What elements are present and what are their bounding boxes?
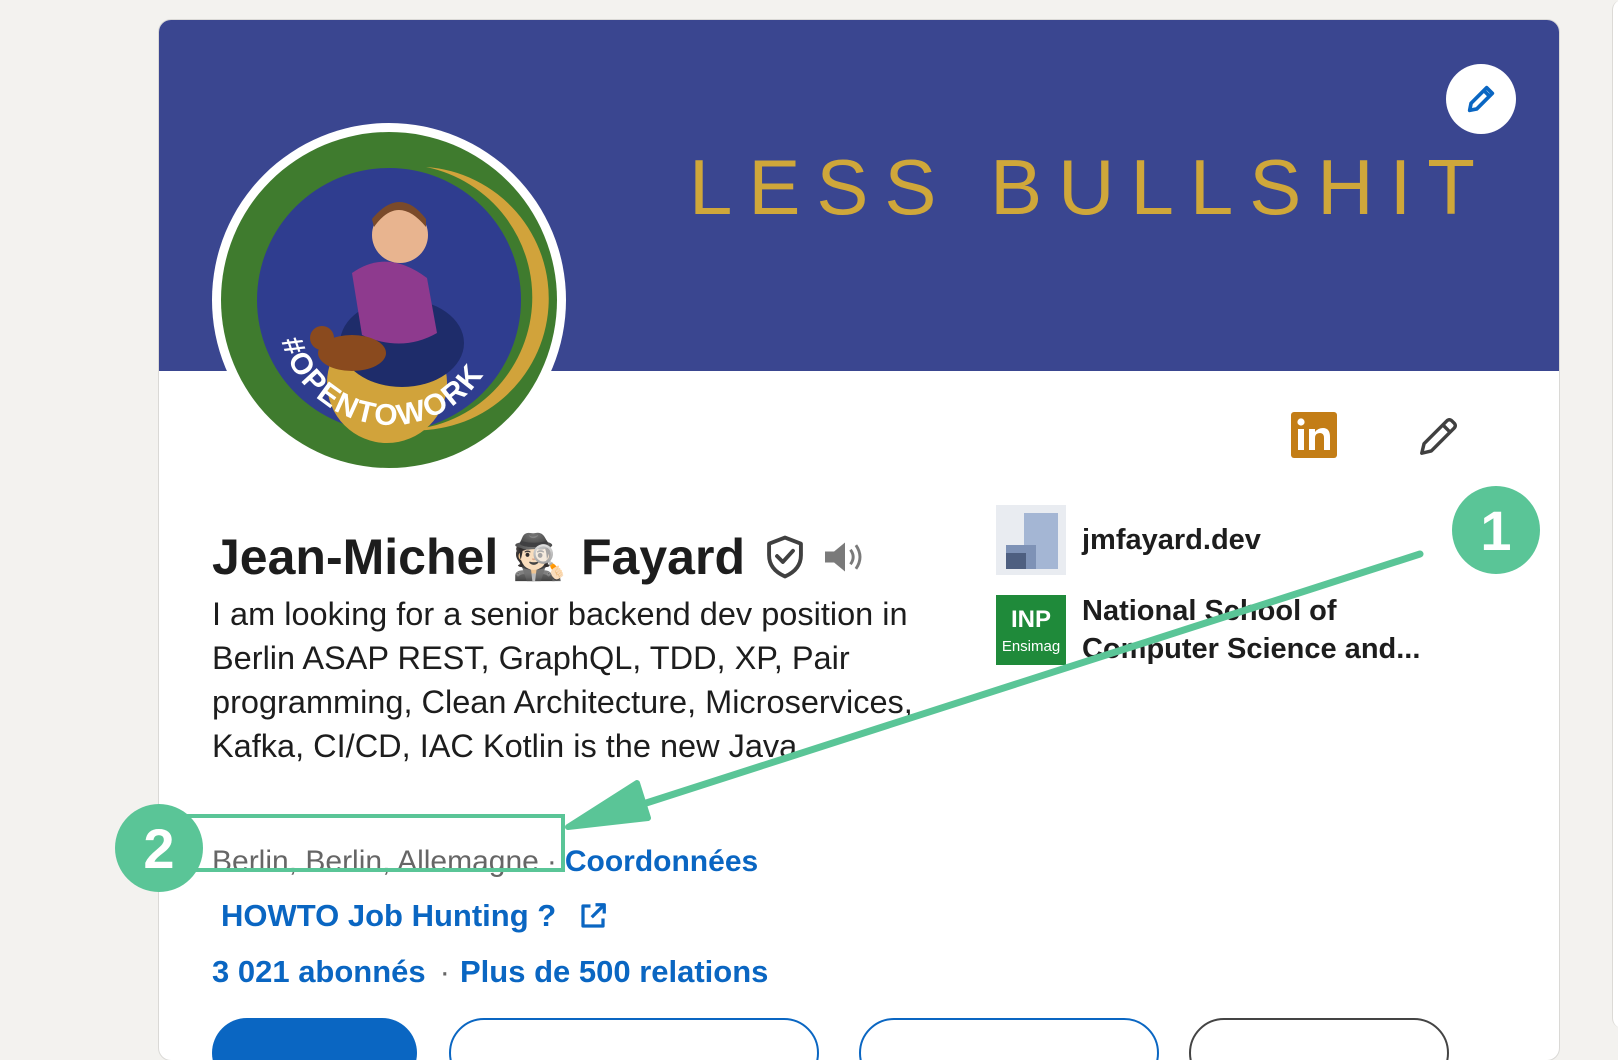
contact-info-link[interactable]: Coordonnées <box>565 845 758 879</box>
external-link-icon <box>581 903 607 928</box>
detective-emoji: 🕵🏻 <box>512 532 568 583</box>
featured-website-row[interactable]: HOWTO Job Hunting ? <box>221 896 608 936</box>
profile-first-name: Jean-Michel <box>212 529 499 585</box>
followers-link[interactable]: 3 021 abonnés <box>212 954 426 990</box>
add-section-button[interactable] <box>859 1018 1159 1060</box>
school-logo-top-text: INP <box>1011 606 1051 633</box>
website-link[interactable]: HOWTO Job Hunting ? <box>221 898 556 934</box>
side-website-label: jmfayard.dev <box>1082 524 1261 556</box>
annotation-badge-1: 1 <box>1452 486 1540 574</box>
connections-link[interactable]: Plus de 500 relations <box>460 954 768 990</box>
edit-profile-button[interactable] <box>1416 413 1462 459</box>
pencil-icon <box>1420 417 1458 455</box>
speaker-icon[interactable] <box>821 537 869 577</box>
pencil-icon <box>1467 85 1495 113</box>
annotation-badge-2: 2 <box>115 804 203 892</box>
adjacent-panel-edge <box>1612 0 1618 1028</box>
side-school-item[interactable]: INP Ensimag National School of Computer … <box>996 592 1462 668</box>
profile-photo[interactable]: #OPENTOWORK <box>212 123 566 477</box>
profile-card: LESS BULLSHIT #OPENTOWORK Jean-Michel 🕵🏻… <box>159 20 1559 1060</box>
verified-shield-icon[interactable] <box>763 534 807 580</box>
secondary-action-button[interactable] <box>449 1018 819 1060</box>
banner-text: LESS BULLSHIT <box>689 143 1491 231</box>
location-highlight-box <box>183 814 565 872</box>
profile-name-row: Jean-Michel 🕵🏻 Fayard <box>212 525 869 589</box>
more-button[interactable] <box>1189 1018 1449 1060</box>
primary-action-button[interactable] <box>212 1018 417 1060</box>
network-stats-row: 3 021 abonnés · Plus de 500 relations <box>212 952 768 992</box>
profile-headline: I am looking for a senior backend dev po… <box>212 596 913 764</box>
linkedin-icon[interactable] <box>1291 412 1337 458</box>
school-logo-icon: INP Ensimag <box>996 595 1066 665</box>
side-school-label: National School of Computer Science and.… <box>1082 595 1421 665</box>
profile-last-name: Fayard <box>581 529 745 585</box>
website-logo-icon <box>996 505 1066 575</box>
separator-dot: · <box>439 954 450 989</box>
side-website-item[interactable]: jmfayard.dev <box>996 505 1261 575</box>
school-logo-bottom-text: Ensimag <box>1002 638 1060 655</box>
edit-banner-button[interactable] <box>1446 64 1516 134</box>
